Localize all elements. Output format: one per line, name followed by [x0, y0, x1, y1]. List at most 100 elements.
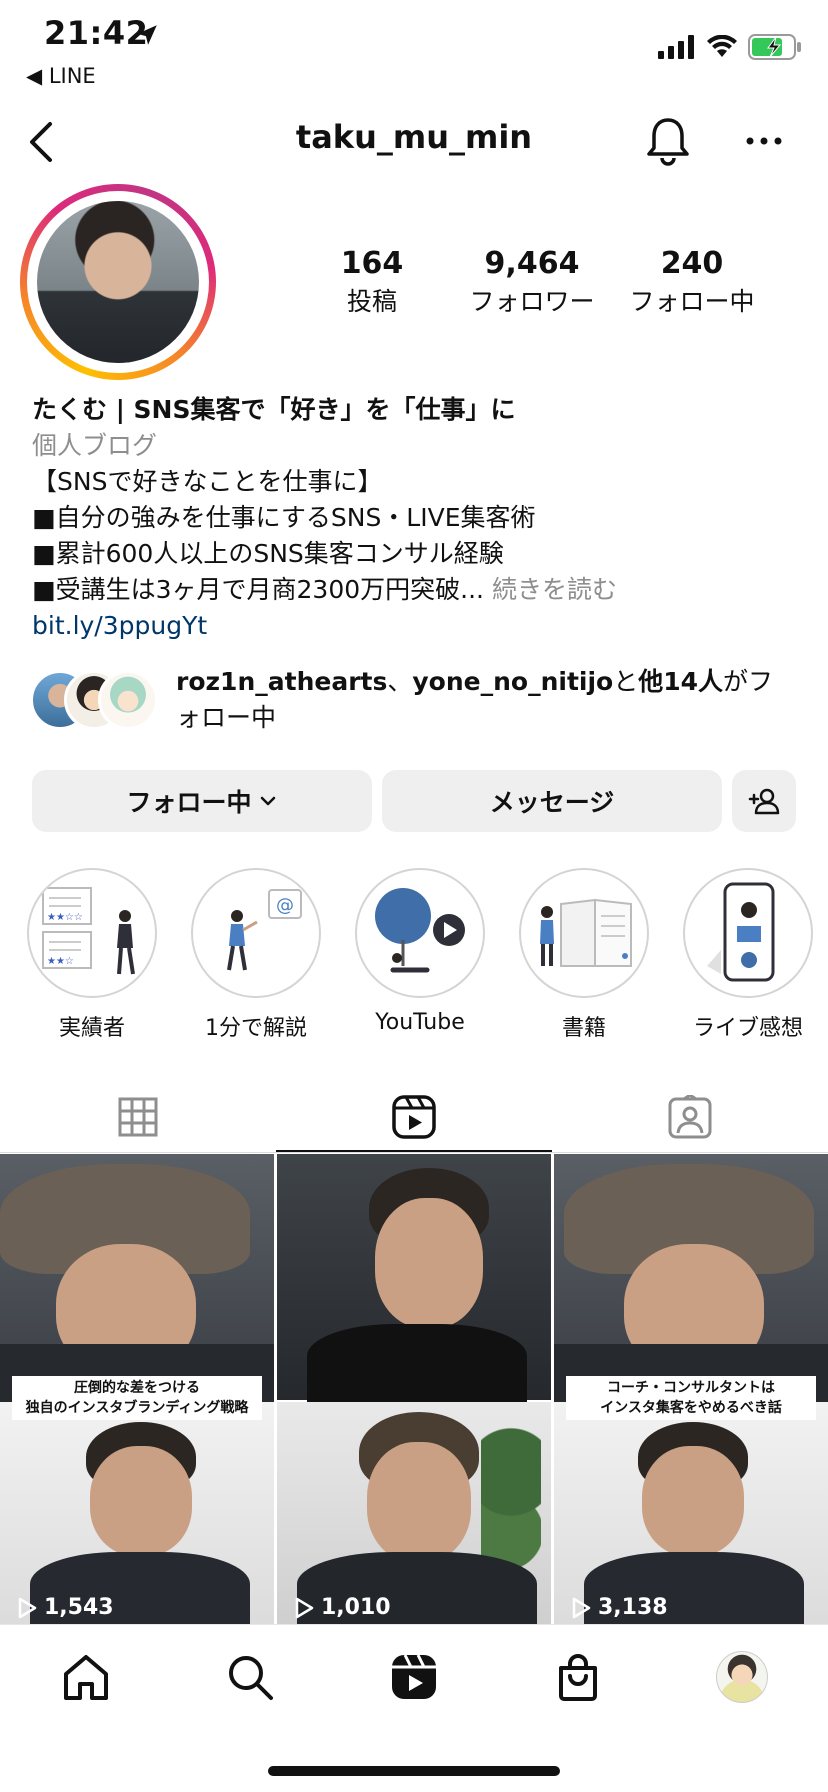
highlight-cover: ★★☆☆ ★★☆ [27, 868, 157, 998]
read-more-link[interactable]: 続きを読む [492, 575, 617, 604]
highlight-cover: @ [191, 868, 321, 998]
reel-views: 1,543 [16, 1595, 114, 1620]
stat-following-label: フォロー中 [629, 287, 755, 316]
stat-following[interactable]: 240 フォロー中 [612, 246, 772, 318]
highlight-label: YouTube [375, 1010, 465, 1035]
bio-line: ■自分の強みを仕事にするSNS・LIVE集客術 [32, 503, 536, 532]
battery-charging-icon [748, 34, 801, 60]
reel-thumbnail[interactable]: コーチ・コンサルタントは インスタ集客をやめるべき話 3,138 [554, 1154, 828, 1624]
nav-reels[interactable] [384, 1647, 444, 1707]
message-button-label: メッセージ [489, 788, 615, 817]
youtube-illustration-icon [375, 888, 465, 973]
more-options-icon[interactable] [744, 126, 784, 156]
reel-view-count: 1,010 [321, 1595, 391, 1620]
profile-avatar[interactable] [20, 184, 216, 380]
stat-posts-value: 164 [340, 246, 404, 281]
tabs-divider [0, 1152, 828, 1153]
status-time: 21:42 [44, 14, 149, 52]
back-to-app-link[interactable]: ◀ LINE [26, 64, 96, 88]
highlight-label: ライブ感想 [692, 1016, 803, 1041]
home-indicator [268, 1766, 560, 1776]
reel-views: 1,010 [293, 1595, 391, 1620]
suggested-users-button[interactable] [732, 770, 796, 832]
bottom-navigation [0, 1624, 828, 1745]
reel-views: 3,138 [570, 1595, 668, 1620]
add-user-icon [748, 788, 780, 815]
person-email-illustration-icon: @ [227, 889, 302, 971]
bio-link[interactable]: bit.ly/3ppugYt [32, 608, 802, 644]
highlight-label: 1分で解説 [205, 1016, 307, 1041]
mutual-user[interactable]: roz1n_athearts [176, 667, 387, 696]
stat-following-value: 240 [660, 246, 724, 281]
highlight-youtube[interactable]: YouTube [350, 868, 490, 1035]
cellular-signal-icon [658, 35, 694, 59]
reels-icon [392, 1095, 436, 1139]
profile-bio: たくむ | SNS集客で「好き」を「仕事」に 個人ブログ 【SNSで好きなことを… [32, 392, 802, 644]
following-button[interactable]: フォロー中 [32, 770, 372, 832]
highlight-label: 実績者 [58, 1016, 125, 1041]
bio-line: ■累計600人以上のSNS集客コンサル経験 [32, 539, 504, 568]
mutual-followers-text[interactable]: roz1n_athearts、yone_no_nitijoと他14人がフォロー中 [176, 664, 796, 736]
active-tab-indicator [276, 1150, 552, 1152]
highlight-cover [355, 868, 485, 998]
stat-followers[interactable]: 9,464 フォロワー [452, 246, 612, 318]
book-illustration-icon [540, 898, 632, 967]
stat-followers-label: フォロワー [469, 287, 595, 316]
tab-tagged[interactable] [552, 1080, 828, 1154]
mutual-followers-avatars[interactable] [30, 670, 160, 730]
wifi-icon [707, 35, 737, 57]
bio-line-last: ■受講生は3ヶ月で月商2300万円突破... 続きを読む [32, 572, 802, 608]
profile-category: 個人ブログ [32, 431, 158, 460]
location-arrow-icon [137, 25, 157, 45]
avatar-photo [37, 201, 199, 363]
search-icon [229, 1656, 273, 1700]
bio-line: ■受講生は3ヶ月で月商2300万円突破... [32, 575, 484, 604]
tab-reels[interactable] [276, 1080, 552, 1154]
following-button-label: フォロー中 [126, 788, 252, 817]
stat-posts[interactable]: 164 投稿 [292, 246, 452, 318]
svg-text:@: @ [276, 895, 294, 916]
avatar [98, 670, 158, 730]
play-icon [18, 1597, 37, 1618]
achievers-illustration-icon: ★★☆☆ ★★☆ [42, 887, 135, 975]
message-button[interactable]: メッセージ [382, 770, 722, 832]
shopping-bag-icon [559, 1654, 597, 1701]
profile-username: taku_mu_min [295, 118, 533, 156]
highlight-books[interactable]: 書籍 [514, 868, 654, 1042]
highlight-achievers[interactable]: ★★☆☆ ★★☆ 実績者 [22, 868, 162, 1042]
highlight-label: 書籍 [561, 1016, 606, 1041]
bio-line: 【SNSで好きなことを仕事に】 [32, 467, 383, 496]
home-icon [64, 1655, 108, 1700]
reel-caption: コーチ・コンサルタントは インスタ集客をやめるべき話 [566, 1376, 816, 1420]
chevron-down-icon [260, 796, 275, 806]
reel-caption: 圧倒的な差をつける 独自のインスタブランディング戦略 [12, 1376, 262, 1420]
nav-search[interactable] [220, 1647, 280, 1707]
reel-view-count: 1,543 [44, 1595, 114, 1620]
highlight-cover [519, 868, 649, 998]
avatar [716, 1651, 768, 1703]
nav-shop[interactable] [548, 1647, 608, 1707]
separator: 、 [387, 667, 413, 696]
status-indicators [658, 32, 802, 62]
reel-thumbnail[interactable]: 圧倒的な差をつける 独自のインスタブランディング戦略 1,543 [0, 1154, 274, 1624]
svg-text:★★☆: ★★☆ [47, 956, 74, 967]
highlight-live-reviews[interactable]: ライブ感想 [678, 868, 818, 1042]
reel-view-count: 3,138 [598, 1595, 668, 1620]
stat-followers-value: 9,464 [484, 246, 580, 281]
tagged-person-icon [668, 1095, 712, 1139]
svg-text:★★☆☆: ★★☆☆ [47, 912, 83, 923]
mutual-others-count[interactable]: 他14人 [638, 667, 723, 696]
phone-illustration-icon [707, 882, 775, 982]
bell-icon[interactable] [642, 114, 694, 168]
highlight-1min[interactable]: @ 1分で解説 [186, 868, 326, 1042]
nav-profile[interactable] [712, 1647, 772, 1707]
conjunction: と [613, 667, 639, 696]
nav-home[interactable] [56, 1647, 116, 1707]
stat-posts-label: 投稿 [346, 287, 397, 316]
play-icon [572, 1597, 591, 1618]
mutual-user[interactable]: yone_no_nitijo [412, 667, 613, 696]
display-name: たくむ | SNS集客で「好き」を「仕事」に [32, 395, 516, 424]
reel-thumbnail[interactable]: 1,010 [277, 1154, 551, 1624]
reels-filled-icon [392, 1654, 436, 1699]
tab-posts-grid[interactable] [0, 1080, 276, 1154]
